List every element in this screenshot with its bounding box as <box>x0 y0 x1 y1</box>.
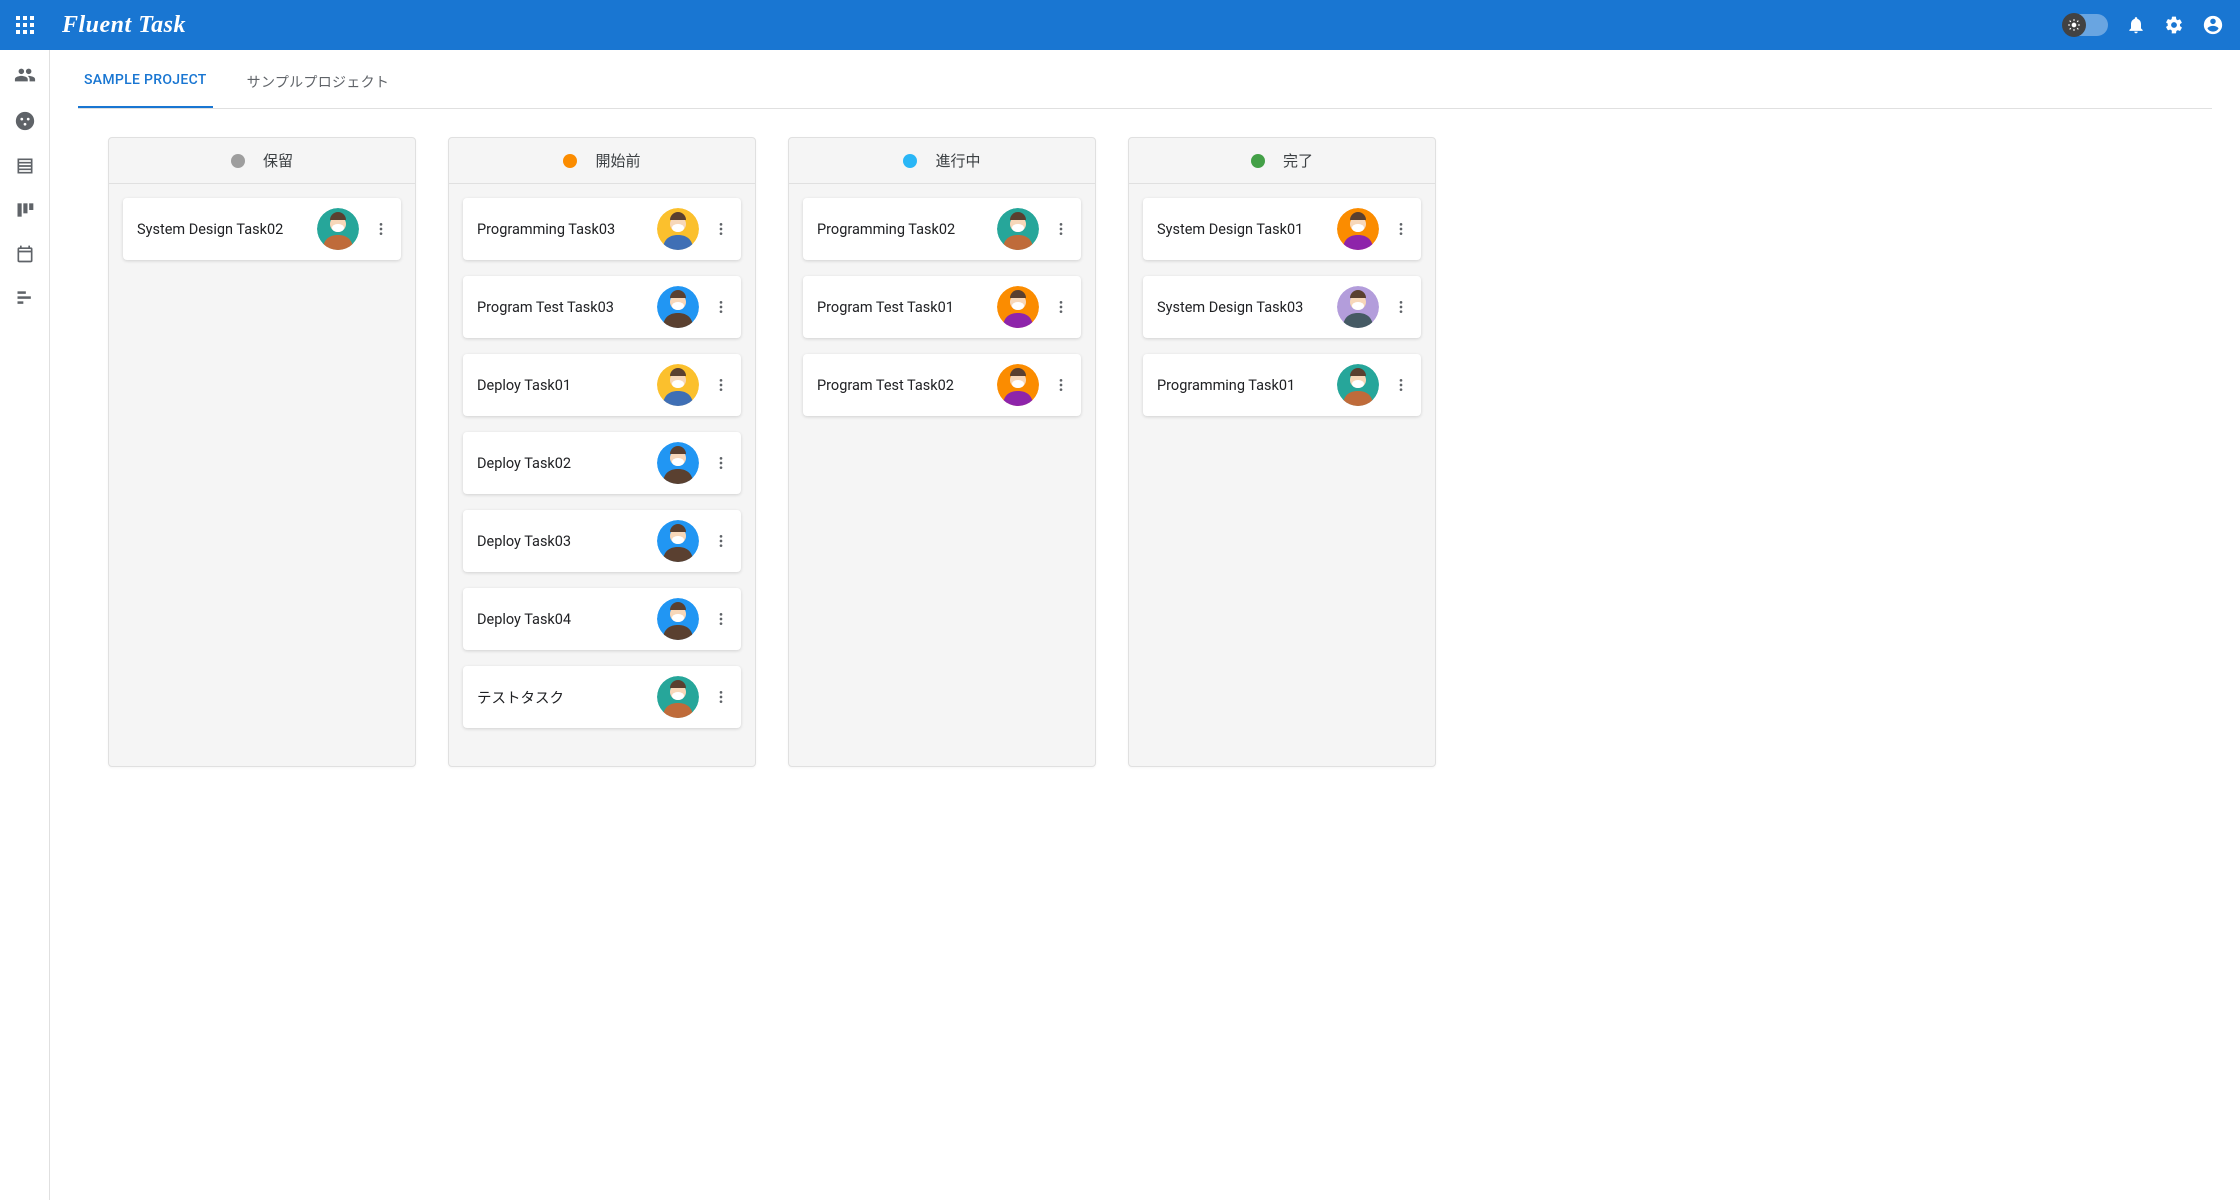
task-card[interactable]: System Design Task03 <box>1143 276 1421 338</box>
main-content: SAMPLE PROJECT サンプルプロジェクト 保留 System Design… <box>50 50 2240 1200</box>
assignee-avatar <box>657 208 699 250</box>
card-menu-icon[interactable] <box>1387 377 1415 393</box>
task-title: Deploy Task04 <box>477 611 649 628</box>
assignee-avatar <box>657 364 699 406</box>
column-body: System Design Task02 <box>109 184 415 274</box>
apps-menu-icon[interactable] <box>16 16 34 34</box>
status-dot <box>1251 154 1265 168</box>
column-in-progress: 進行中 Programming Task02 Program Test Task0… <box>788 137 1096 767</box>
card-menu-icon[interactable] <box>707 299 735 315</box>
column-not-started: 開始前 Programming Task03 Program Test Task0… <box>448 137 756 767</box>
task-title: System Design Task02 <box>137 221 309 238</box>
card-menu-icon[interactable] <box>707 533 735 549</box>
tab-1[interactable]: サンプルプロジェクト <box>241 58 396 108</box>
task-title: Programming Task01 <box>1157 377 1329 394</box>
nav-gantt-icon[interactable] <box>15 288 35 308</box>
account-icon[interactable] <box>2202 14 2224 36</box>
column-body: Programming Task02 Program Test Task01 P… <box>789 184 1095 430</box>
assignee-avatar <box>317 208 359 250</box>
column-title: 保留 <box>263 150 293 171</box>
card-menu-icon[interactable] <box>1047 299 1075 315</box>
task-card[interactable]: Deploy Task03 <box>463 510 741 572</box>
assignee-avatar <box>657 442 699 484</box>
task-title: テストタスク <box>477 687 649 708</box>
card-menu-icon[interactable] <box>1047 221 1075 237</box>
sun-icon <box>2067 18 2081 32</box>
task-card[interactable]: System Design Task01 <box>1143 198 1421 260</box>
assignee-avatar <box>657 676 699 718</box>
column-title: 完了 <box>1283 150 1313 171</box>
card-menu-icon[interactable] <box>707 455 735 471</box>
notifications-icon[interactable] <box>2126 15 2146 35</box>
task-card[interactable]: System Design Task02 <box>123 198 401 260</box>
theme-toggle[interactable] <box>2064 14 2108 36</box>
column-header-hold: 保留 <box>109 138 415 184</box>
column-title: 開始前 <box>595 150 640 171</box>
column-header-in-progress: 進行中 <box>789 138 1095 184</box>
card-menu-icon[interactable] <box>1047 377 1075 393</box>
column-done: 完了 System Design Task01 System Design Tas… <box>1128 137 1436 767</box>
task-title: Program Test Task03 <box>477 299 649 316</box>
task-card[interactable]: Deploy Task01 <box>463 354 741 416</box>
assignee-avatar <box>997 364 1039 406</box>
assignee-avatar <box>657 520 699 562</box>
assignee-avatar <box>997 208 1039 250</box>
sidebar <box>0 50 50 1200</box>
task-card[interactable]: Program Test Task02 <box>803 354 1081 416</box>
card-menu-icon[interactable] <box>707 221 735 237</box>
task-title: Deploy Task01 <box>477 377 649 394</box>
task-title: Programming Task03 <box>477 221 649 238</box>
task-card[interactable]: Deploy Task04 <box>463 588 741 650</box>
tab-0[interactable]: SAMPLE PROJECT <box>78 58 213 108</box>
task-title: Programming Task02 <box>817 221 989 238</box>
column-header-not-started: 開始前 <box>449 138 755 184</box>
task-card[interactable]: Program Test Task01 <box>803 276 1081 338</box>
nav-list-icon[interactable] <box>15 156 35 176</box>
column-title: 進行中 <box>935 150 980 171</box>
assignee-avatar <box>1337 286 1379 328</box>
card-menu-icon[interactable] <box>707 377 735 393</box>
kanban-board: 保留 System Design Task02 開始前 Programming Ta… <box>78 137 2212 767</box>
assignee-avatar <box>1337 364 1379 406</box>
card-menu-icon[interactable] <box>1387 221 1415 237</box>
assignee-avatar <box>657 286 699 328</box>
settings-icon[interactable] <box>2164 15 2184 35</box>
assignee-avatar <box>1337 208 1379 250</box>
project-tabs: SAMPLE PROJECT サンプルプロジェクト <box>78 50 2212 109</box>
card-menu-icon[interactable] <box>707 689 735 705</box>
task-title: Program Test Task01 <box>817 299 989 316</box>
nav-board-icon[interactable] <box>15 200 35 220</box>
task-title: System Design Task03 <box>1157 299 1329 316</box>
column-body: System Design Task01 System Design Task0… <box>1129 184 1435 430</box>
task-card[interactable]: Programming Task03 <box>463 198 741 260</box>
task-title: Deploy Task03 <box>477 533 649 550</box>
app-header: Fluent Task <box>0 0 2240 50</box>
task-title: Deploy Task02 <box>477 455 649 472</box>
card-menu-icon[interactable] <box>367 221 395 237</box>
task-card[interactable]: Programming Task02 <box>803 198 1081 260</box>
status-dot <box>563 154 577 168</box>
status-dot <box>903 154 917 168</box>
nav-sports-icon[interactable] <box>14 110 36 132</box>
task-card[interactable]: Program Test Task03 <box>463 276 741 338</box>
task-card[interactable]: Deploy Task02 <box>463 432 741 494</box>
task-title: Program Test Task02 <box>817 377 989 394</box>
task-title: System Design Task01 <box>1157 221 1329 238</box>
card-menu-icon[interactable] <box>1387 299 1415 315</box>
task-card[interactable]: Programming Task01 <box>1143 354 1421 416</box>
nav-calendar-icon[interactable] <box>15 244 35 264</box>
column-header-done: 完了 <box>1129 138 1435 184</box>
app-brand: Fluent Task <box>62 12 186 39</box>
nav-team-icon[interactable] <box>14 64 36 86</box>
card-menu-icon[interactable] <box>707 611 735 627</box>
assignee-avatar <box>997 286 1039 328</box>
assignee-avatar <box>657 598 699 640</box>
column-hold: 保留 System Design Task02 <box>108 137 416 767</box>
status-dot <box>231 154 245 168</box>
column-body: Programming Task03 Program Test Task03 D… <box>449 184 755 742</box>
task-card[interactable]: テストタスク <box>463 666 741 728</box>
